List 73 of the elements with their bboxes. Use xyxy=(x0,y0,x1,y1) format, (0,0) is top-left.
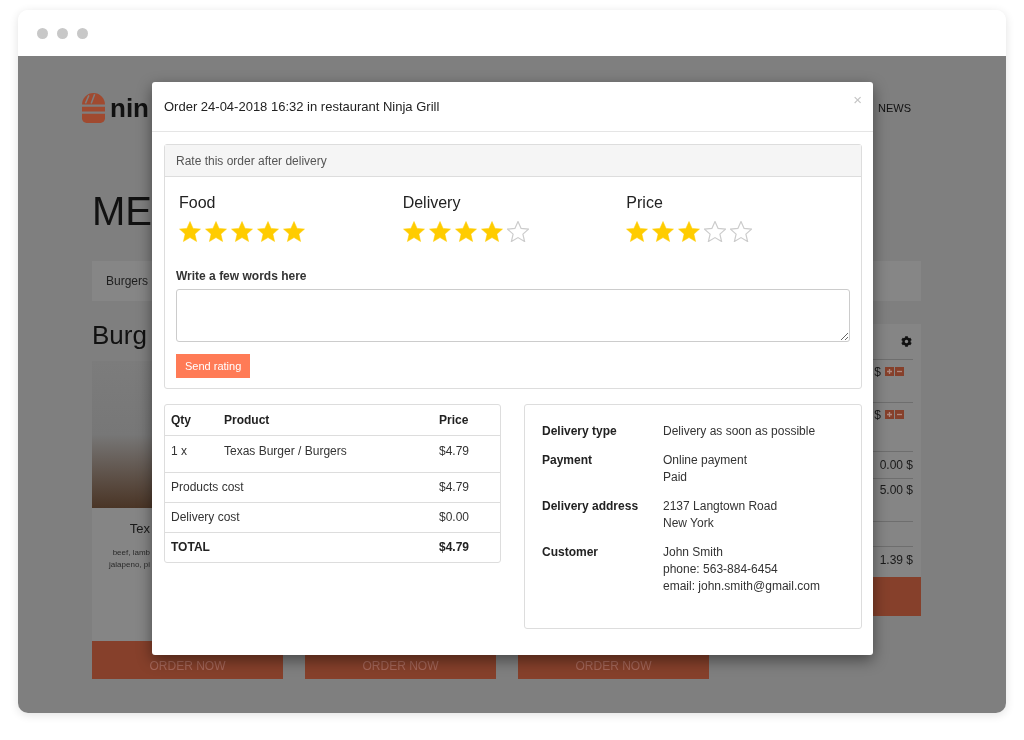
detail-label: Payment xyxy=(542,452,593,469)
detail-value: Online payment xyxy=(663,452,748,469)
rating-label: Food xyxy=(179,193,216,213)
star-outline-icon[interactable] xyxy=(506,221,529,242)
dialog-title: Order 24-04-2018 16:32 in restaurant Ninja Grill xyxy=(164,99,440,115)
detail-label: Delivery type xyxy=(542,423,617,440)
table-cell: Products cost xyxy=(171,480,244,495)
star-rating[interactable] xyxy=(402,221,529,242)
star-rating[interactable] xyxy=(179,221,305,242)
table-cell: TOTAL xyxy=(171,540,210,555)
star-icon[interactable] xyxy=(283,221,305,242)
star-icon[interactable] xyxy=(626,221,649,242)
table-cell: $4.79 xyxy=(439,444,470,459)
star-rating[interactable] xyxy=(626,221,753,242)
table-cell: 1 x xyxy=(171,444,187,459)
star-icon[interactable] xyxy=(179,221,201,242)
detail-label: Customer xyxy=(542,544,598,561)
star-icon[interactable] xyxy=(257,221,279,242)
product-description: beef, lamb xyxy=(112,547,150,559)
star-icon[interactable] xyxy=(678,221,701,242)
plus-icon[interactable] xyxy=(885,410,894,419)
detail-value: John Smith xyxy=(663,544,724,561)
detail-value: email: john.smith@gmail.com xyxy=(663,578,820,595)
star-icon[interactable] xyxy=(480,221,503,242)
star-outline-icon[interactable] xyxy=(704,221,727,242)
star-icon[interactable] xyxy=(402,221,425,242)
table-cell: Texas Burger / Burgers xyxy=(224,444,347,459)
table-cell: $4.79 xyxy=(439,480,470,495)
detail-value: Delivery as soon as possible xyxy=(663,423,816,440)
product-name: Tex xyxy=(129,521,150,537)
product-description: jalapeno, pi xyxy=(109,559,150,571)
detail-value: phone: 563-884-6454 xyxy=(663,561,778,578)
table-cell: Delivery cost xyxy=(171,510,240,525)
window-control-icon xyxy=(37,27,48,39)
column-header: Price xyxy=(439,412,469,428)
cart-total: 1.39 $ xyxy=(879,552,913,568)
close-button[interactable]: × xyxy=(853,92,862,108)
logo-icon xyxy=(82,93,105,123)
send-rating-button[interactable]: Send rating xyxy=(176,354,251,378)
window-control-icon xyxy=(57,27,68,39)
minus-icon[interactable] xyxy=(895,410,904,419)
item-price: $ xyxy=(874,365,881,380)
star-icon[interactable] xyxy=(231,221,253,242)
nav-link[interactable]: NEWS xyxy=(878,99,911,117)
logo-text: nin xyxy=(110,95,149,121)
table-cell: $0.00 xyxy=(439,510,470,525)
rating-label: Price xyxy=(626,193,663,213)
detail-value: New York xyxy=(663,515,714,532)
settings-icon[interactable] xyxy=(901,336,912,347)
minus-icon[interactable] xyxy=(895,367,904,376)
cart-total: 5.00 $ xyxy=(879,483,913,498)
star-icon[interactable] xyxy=(652,221,675,242)
plus-icon[interactable] xyxy=(885,367,894,376)
column-header: Qty xyxy=(171,412,191,428)
star-icon[interactable] xyxy=(428,221,451,242)
comment-label: Write a few words here xyxy=(176,268,308,284)
star-outline-icon[interactable] xyxy=(730,221,753,242)
detail-value: Paid xyxy=(663,469,688,486)
detail-label: Delivery address xyxy=(542,498,639,515)
column-header: Product xyxy=(224,412,270,428)
rating-panel-header: Rate this order after delivery xyxy=(165,145,861,177)
window-control-icon xyxy=(77,27,88,39)
section-title: Burg xyxy=(92,320,148,350)
table-cell: $4.79 xyxy=(439,540,470,555)
category-tab[interactable]: Burgers xyxy=(106,272,149,290)
page-heading: ME xyxy=(92,191,150,231)
detail-value: 2137 Langtown Road xyxy=(663,498,778,515)
rating-label: Delivery xyxy=(402,193,461,213)
star-icon[interactable] xyxy=(205,221,227,242)
comment-field[interactable] xyxy=(176,289,850,342)
star-icon[interactable] xyxy=(454,221,477,242)
cart-total: 0.00 $ xyxy=(879,457,913,473)
item-price: $ xyxy=(874,408,881,423)
